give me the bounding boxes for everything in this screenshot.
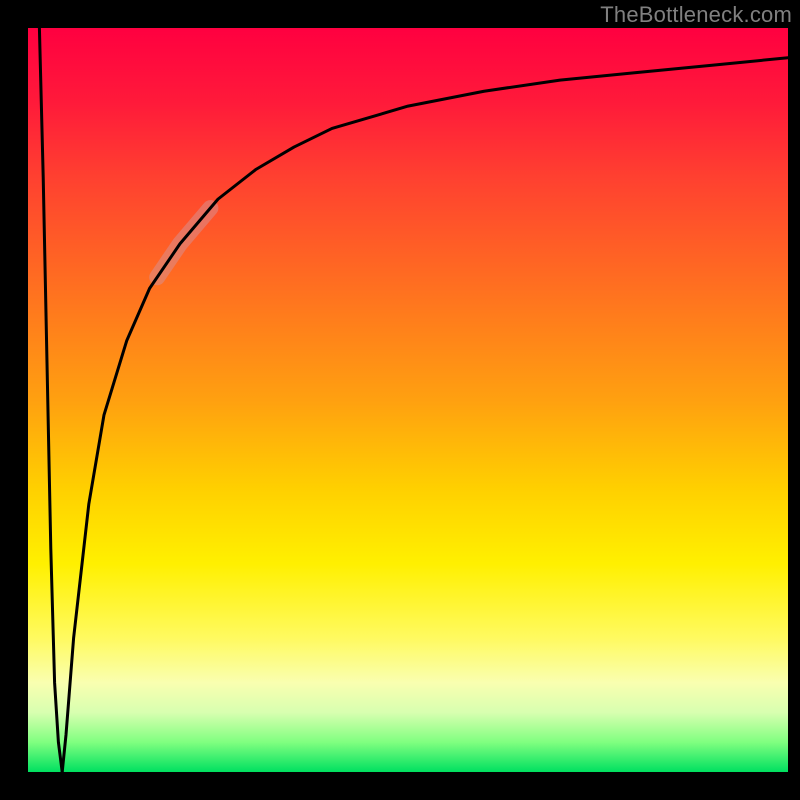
curve-layer	[28, 28, 788, 772]
series-curve-down	[39, 28, 62, 772]
watermark-text: TheBottleneck.com	[600, 2, 792, 28]
series-curve-up	[62, 58, 788, 772]
plot-area	[28, 28, 788, 772]
chart-frame: TheBottleneck.com	[0, 0, 800, 800]
